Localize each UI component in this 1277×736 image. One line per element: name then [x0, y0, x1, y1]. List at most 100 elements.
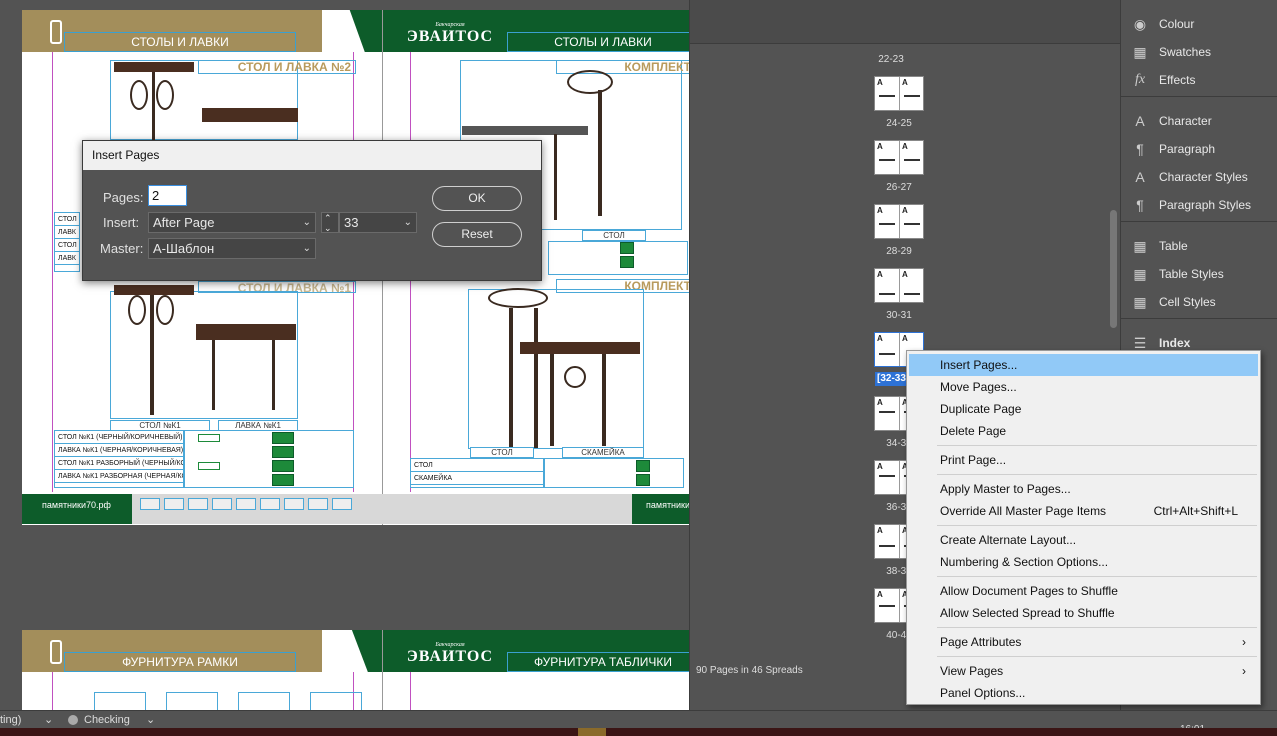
menu-panel-options[interactable]: Panel Options...	[909, 682, 1258, 704]
dock-cell-styles[interactable]: ▦ Cell Styles	[1121, 289, 1277, 315]
spread-label[interactable]: 24-25	[869, 118, 929, 129]
dock-label: Table	[1159, 239, 1188, 253]
spread-thumb[interactable]: AA	[874, 204, 924, 239]
dock-paragraph-styles[interactable]: ¶ Paragraph Styles	[1121, 192, 1277, 218]
image-frame[interactable]	[94, 692, 146, 710]
image-frame[interactable]	[166, 692, 218, 710]
menu-insert-pages[interactable]: Insert Pages...	[909, 354, 1258, 376]
insert-dropdown[interactable]: After Page ⌄	[148, 212, 316, 233]
dock-table-styles[interactable]: ▦ Table Styles	[1121, 261, 1277, 287]
menu-numbering[interactable]: Numbering & Section Options...	[909, 551, 1258, 573]
taskbar-app-highlight[interactable]	[578, 728, 606, 736]
dock-swatches[interactable]: ▦ Swatches	[1121, 39, 1277, 65]
spread-label[interactable]: 28-29	[869, 246, 929, 257]
indesign-window: СТОЛЫ И ЛАВКИ Бакчарская ЭВАИТОС СТОЛЫ И…	[0, 0, 1277, 736]
chevron-down-icon: ⌄	[302, 243, 311, 254]
master-label: Master:	[100, 241, 144, 256]
menu-separator	[937, 627, 1257, 628]
scroll-ornament	[130, 80, 148, 110]
document-spread-bottom[interactable]: ФУРНИТУРА РАМКИ Бакчарская ЭВАИТОС ФУРНИ…	[22, 630, 711, 710]
menu-view-pages[interactable]: View Pages ›	[909, 660, 1258, 682]
master-pages-area[interactable]	[690, 0, 1121, 44]
right-header-label: СТОЛЫ И ЛАВКИ	[507, 32, 689, 52]
menu-page-attributes[interactable]: Page Attributes ›	[909, 631, 1258, 653]
image-frame[interactable]	[310, 692, 362, 710]
menu-separator	[937, 656, 1257, 657]
image-frame[interactable]	[238, 692, 290, 710]
character-icon: A	[1135, 113, 1145, 129]
dock-character[interactable]: A Character	[1121, 108, 1277, 134]
panel-scrollbar[interactable]	[1110, 210, 1117, 328]
table-leg-drawing	[534, 308, 538, 448]
stepper-up-icon[interactable]: ⌃	[324, 213, 332, 223]
thumb-icon	[332, 498, 352, 510]
ok-button[interactable]: OK	[432, 186, 522, 211]
spread-thumb[interactable]: AA	[874, 268, 924, 303]
dock-separator	[1121, 221, 1277, 222]
left-header-label: СТОЛЫ И ЛАВКИ	[64, 32, 296, 52]
table-leg-drawing	[554, 134, 557, 220]
menu-delete-page[interactable]: Delete Page	[909, 420, 1258, 442]
dock-effects[interactable]: fx Effects	[1121, 67, 1277, 93]
table-icon: ▦	[1133, 238, 1147, 254]
dialog-title: Insert Pages	[83, 141, 541, 170]
thumb-icon	[260, 498, 280, 510]
spec-row: СТОЛ №К1 (ЧЕРНЫЙ/КОРИЧНЕВЫЙ)	[55, 431, 183, 444]
spread-thumb[interactable]: AA	[874, 140, 924, 175]
chevron-right-icon: ›	[1242, 664, 1246, 678]
size-chip	[198, 434, 220, 442]
thumb-icon	[236, 498, 256, 510]
page-number-dropdown[interactable]: 33 ⌄	[339, 212, 417, 233]
dock-colour[interactable]: ◉ Colour	[1121, 11, 1277, 37]
chevron-down-icon[interactable]: ⌄	[146, 711, 155, 729]
spec-table-left: СТОЛ №К1 (ЧЕРНЫЙ/КОРИЧНЕВЫЙ) ЛАВКА №К1 (…	[54, 430, 184, 488]
thumb-icon	[308, 498, 328, 510]
menu-label: Override All Master Page Items	[940, 504, 1107, 518]
menu-move-pages[interactable]: Move Pages...	[909, 376, 1258, 398]
brand-name: ЭВАИТОС	[406, 28, 494, 45]
pages-input[interactable]: 2	[148, 185, 187, 206]
menu-allow-document-shuffle[interactable]: Allow Document Pages to Shuffle	[909, 580, 1258, 602]
right-header-label: ФУРНИТУРА ТАБЛИЧКИ	[507, 652, 699, 672]
material-chip	[620, 256, 634, 268]
dock-label: Cell Styles	[1159, 295, 1216, 309]
menu-duplicate-page[interactable]: Duplicate Page	[909, 398, 1258, 420]
spread-label[interactable]: 26-27	[869, 182, 929, 193]
spread-label[interactable]: 30-31	[869, 310, 929, 321]
menu-separator	[937, 525, 1257, 526]
spec-row: СКАМЕЙКА	[411, 472, 543, 485]
image-frame[interactable]	[468, 289, 644, 449]
chevron-down-icon[interactable]: ⌄	[44, 711, 53, 729]
menu-separator	[937, 445, 1257, 446]
table-top-drawing	[462, 126, 588, 135]
status-bar: ting) ⌄ Checking ⌄ 16:01	[0, 710, 1277, 735]
reset-button[interactable]: Reset	[432, 222, 522, 247]
menu-print-page[interactable]: Print Page...	[909, 449, 1258, 471]
caption-stol-right: СТОЛ	[582, 230, 646, 241]
insert-pages-dialog: Insert Pages Pages: 2 Insert: After Page…	[82, 140, 542, 281]
menu-apply-master[interactable]: Apply Master to Pages...	[909, 478, 1258, 500]
dock-paragraph[interactable]: ¶ Paragraph	[1121, 136, 1277, 162]
dock-character-styles[interactable]: A Character Styles	[1121, 164, 1277, 190]
spine	[382, 630, 383, 710]
page-number-stepper[interactable]: ⌃ ⌄	[321, 212, 339, 233]
spread-label[interactable]: 22-23	[861, 54, 921, 65]
material-chip	[620, 242, 634, 254]
dock-table[interactable]: ▦ Table	[1121, 233, 1277, 259]
preflight-status[interactable]: Checking	[84, 711, 130, 729]
menu-override-all[interactable]: Override All Master Page Items Ctrl+Alt+…	[909, 500, 1258, 522]
bench-top-drawing	[196, 324, 296, 340]
table-leg-drawing	[150, 295, 154, 415]
menu-create-alternate[interactable]: Create Alternate Layout...	[909, 529, 1258, 551]
brand-name: ЭВАИТОС	[406, 648, 494, 665]
spec-row: СТОЛ №К1 РАЗБОРНЫЙ (ЧЕРНЫЙ/КОРИЧНЕВЫЙ)	[55, 457, 183, 470]
spec-row: ЛАВКА №К1 (ЧЕРНАЯ/КОРИЧНЕВАЯ)	[55, 444, 183, 457]
spec-right-top	[548, 241, 688, 275]
chevron-right-icon: ›	[1242, 635, 1246, 649]
table-leg-drawing	[152, 72, 155, 142]
spread-thumb[interactable]: AA	[874, 76, 924, 111]
stepper-down-icon[interactable]: ⌄	[324, 223, 332, 233]
menu-allow-selected-shuffle[interactable]: Allow Selected Spread to Shuffle	[909, 602, 1258, 624]
master-dropdown[interactable]: А-Шаблон ⌄	[148, 238, 316, 259]
bench-leg-drawing	[602, 354, 606, 446]
